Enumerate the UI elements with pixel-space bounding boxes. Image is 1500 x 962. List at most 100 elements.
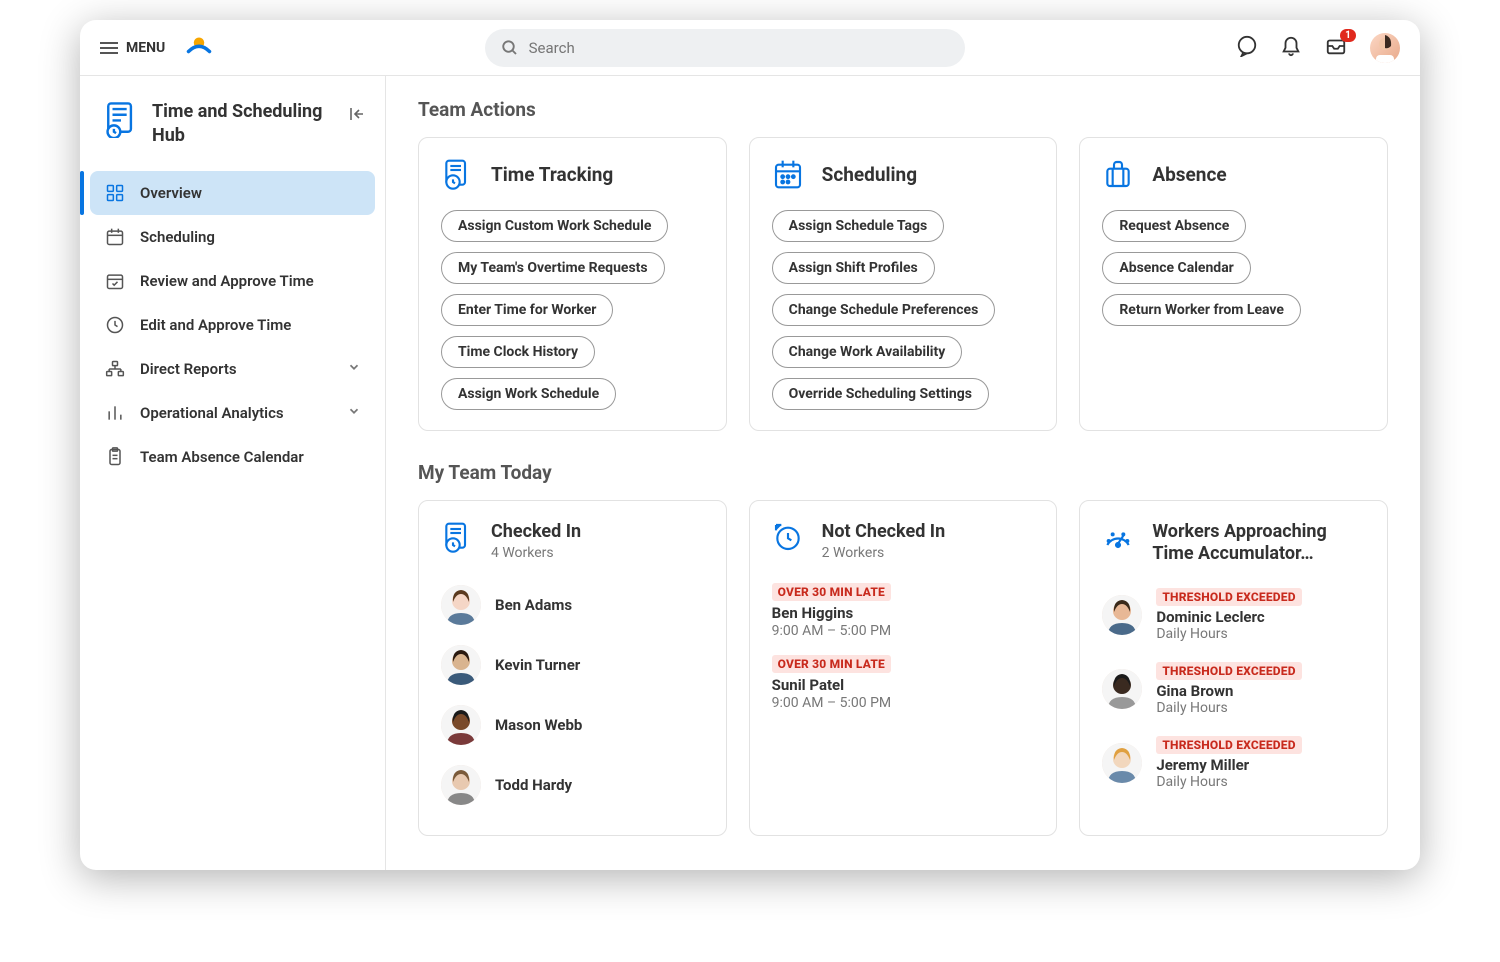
nav-label: Direct Reports — [140, 360, 333, 378]
worker-row[interactable]: Mason Webb — [441, 695, 704, 755]
sidebar-item-review-and-approve-time[interactable]: Review and Approve Time — [90, 259, 375, 303]
action-card-scheduling: Scheduling Assign Schedule Tags Assign Shi… — [749, 137, 1058, 431]
search-input[interactable] — [529, 39, 949, 57]
action-pill[interactable]: Assign Shift Profiles — [772, 252, 935, 284]
warning-badge: THRESHOLD EXCEEDED — [1156, 662, 1301, 680]
action-pill[interactable]: Request Absence — [1102, 210, 1246, 242]
threshold-worker-row[interactable]: THRESHOLD EXCEEDED Dominic LeclercDaily H… — [1102, 578, 1365, 652]
nav-icon — [104, 182, 126, 204]
calendar-icon — [772, 158, 804, 190]
card-title: Time Tracking — [491, 163, 613, 186]
sidebar-item-operational-analytics[interactable]: Operational Analytics — [90, 391, 375, 435]
worker-name: Ben Higgins — [772, 604, 891, 622]
worker-name: Sunil Patel — [772, 676, 891, 694]
action-pill[interactable]: Change Work Availability — [772, 336, 963, 368]
warning-badge: THRESHOLD EXCEEDED — [1156, 588, 1301, 606]
team-card-title: Workers Approaching Time Accumulator… — [1152, 521, 1365, 564]
late-worker-row[interactable]: OVER 30 MIN LATE Ben Higgins9:00 AM – 5:0… — [772, 575, 1035, 647]
chat-icon[interactable] — [1236, 35, 1258, 61]
search-box[interactable] — [485, 29, 965, 67]
inbox-icon[interactable]: 1 — [1324, 35, 1348, 61]
action-pill[interactable]: Return Worker from Leave — [1102, 294, 1301, 326]
my-team-today-heading: My Team Today — [418, 461, 1388, 484]
action-pill[interactable]: Override Scheduling Settings — [772, 378, 989, 410]
team-card-title: Not Checked In — [822, 521, 946, 543]
action-pill[interactable]: Change Schedule Preferences — [772, 294, 996, 326]
action-pill[interactable]: My Team's Overtime Requests — [441, 252, 665, 284]
warning-badge: OVER 30 MIN LATE — [772, 655, 891, 673]
worker-row[interactable]: Ben Adams — [441, 575, 704, 635]
worker-avatar — [441, 765, 481, 805]
chevron-down-icon — [347, 404, 361, 422]
action-pill[interactable]: Time Clock History — [441, 336, 595, 368]
nav-label: Operational Analytics — [140, 404, 333, 422]
action-pill[interactable]: Assign Custom Work Schedule — [441, 210, 668, 242]
action-card-time-tracking: Time Tracking Assign Custom Work Schedule… — [418, 137, 727, 431]
hub-icon — [104, 100, 138, 142]
profile-avatar[interactable] — [1370, 33, 1400, 63]
workday-logo[interactable] — [185, 34, 213, 62]
team-actions-heading: Team Actions — [418, 98, 1388, 121]
sidebar-item-overview[interactable]: Overview — [90, 171, 375, 215]
sidebar-item-direct-reports[interactable]: Direct Reports — [90, 347, 375, 391]
worker-name: Kevin Turner — [495, 656, 580, 674]
worker-name: Ben Adams — [495, 596, 572, 614]
worker-row[interactable]: Kevin Turner — [441, 635, 704, 695]
inbox-badge: 1 — [1340, 29, 1356, 42]
nav-label: Scheduling — [140, 228, 361, 246]
threshold-worker-row[interactable]: THRESHOLD EXCEEDEDGina BrownDaily Hours — [1102, 652, 1365, 726]
sidebar-item-team-absence-calendar[interactable]: Team Absence Calendar — [90, 435, 375, 479]
nav-icon — [104, 270, 126, 292]
team-card-subtitle: 4 Workers — [491, 545, 581, 561]
team-card-subtitle: 2 Workers — [822, 545, 946, 561]
sidebar-item-scheduling[interactable]: Scheduling — [90, 215, 375, 259]
nav-icon — [104, 314, 126, 336]
action-card-absence: Absence Request Absence Absence Calendar Re… — [1079, 137, 1388, 431]
nav-label: Overview — [140, 184, 361, 202]
worker-sub: Daily Hours — [1156, 774, 1301, 790]
action-pill[interactable]: Absence Calendar — [1102, 252, 1250, 284]
card-title: Absence — [1152, 163, 1226, 186]
team-card-title: Checked In — [491, 521, 581, 543]
threshold-worker-row[interactable]: THRESHOLD EXCEEDED Jeremy MillerDaily Hou… — [1102, 726, 1365, 800]
worker-name: Todd Hardy — [495, 776, 572, 794]
worker-avatar — [1102, 669, 1142, 709]
nav-icon — [104, 402, 126, 424]
warning-badge: OVER 30 MIN LATE — [772, 583, 891, 601]
card-title: Scheduling — [822, 163, 917, 186]
collapse-sidebar-icon[interactable] — [349, 106, 365, 126]
worker-avatar — [1102, 743, 1142, 783]
warning-badge: THRESHOLD EXCEEDED — [1156, 736, 1301, 754]
nav-label: Team Absence Calendar — [140, 448, 361, 466]
worker-name: Dominic Leclerc — [1156, 608, 1301, 626]
worker-name: Mason Webb — [495, 716, 582, 734]
worker-schedule: 9:00 AM – 5:00 PM — [772, 695, 891, 711]
sidebar-item-edit-and-approve-time[interactable]: Edit and Approve Time — [90, 303, 375, 347]
menu-label: MENU — [126, 40, 165, 56]
clock-arrow-icon — [772, 521, 804, 553]
notifications-icon[interactable] — [1280, 35, 1302, 61]
menu-button[interactable]: MENU — [100, 40, 165, 56]
worker-avatar — [1102, 595, 1142, 635]
nav-label: Review and Approve Time — [140, 272, 361, 290]
worker-sub: Daily Hours — [1156, 626, 1301, 642]
worker-name: Jeremy Miller — [1156, 756, 1301, 774]
team-card-workers-approaching-time-accumulator-: Workers Approaching Time Accumulator… THR… — [1079, 500, 1388, 836]
worker-row[interactable]: Todd Hardy — [441, 755, 704, 815]
document-clock-icon — [441, 521, 473, 553]
team-card-checked-in: Checked In 4 Workers Ben Adams Kevin Turner… — [418, 500, 727, 836]
document-clock-icon — [441, 158, 473, 190]
hamburger-icon — [100, 42, 118, 54]
late-worker-row[interactable]: OVER 30 MIN LATE Sunil Patel9:00 AM – 5:0… — [772, 647, 1035, 719]
action-pill[interactable]: Assign Work Schedule — [441, 378, 616, 410]
worker-name: Gina Brown — [1156, 682, 1301, 700]
nav-label: Edit and Approve Time — [140, 316, 361, 334]
action-pill[interactable]: Assign Schedule Tags — [772, 210, 945, 242]
nav-icon — [104, 226, 126, 248]
action-pill[interactable]: Enter Time for Worker — [441, 294, 613, 326]
worker-schedule: 9:00 AM – 5:00 PM — [772, 623, 891, 639]
worker-avatar — [441, 705, 481, 745]
worker-avatar — [441, 585, 481, 625]
chevron-down-icon — [347, 360, 361, 378]
worker-avatar — [441, 645, 481, 685]
